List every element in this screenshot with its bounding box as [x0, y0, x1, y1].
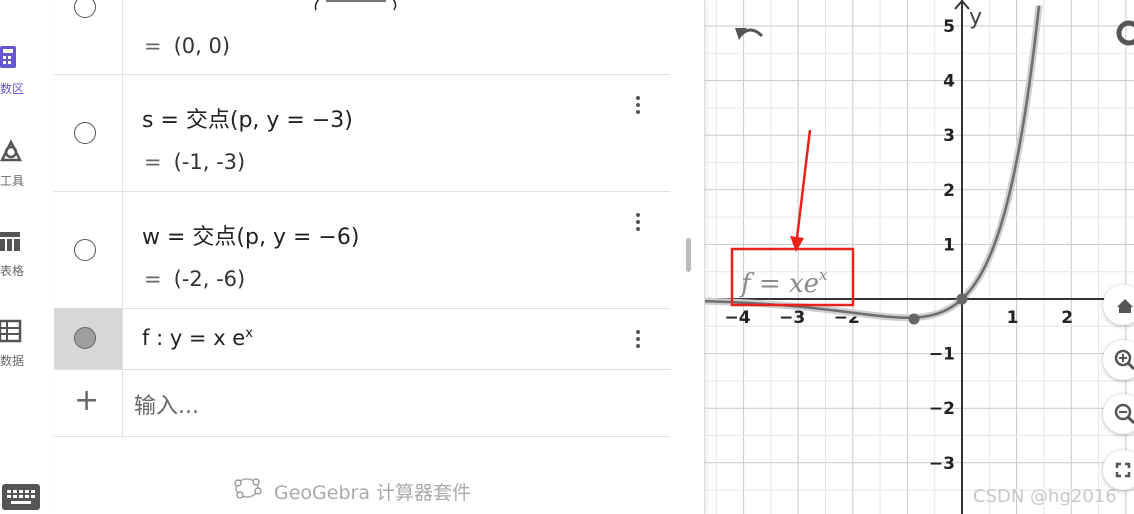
y-tick-label: −3	[929, 454, 955, 474]
graphics-view[interactable]: −5−4−3−21254321−1−2−3 f = xex y CSDN @hg…	[705, 0, 1134, 514]
sidebar-item-data[interactable]: 数据	[0, 318, 54, 374]
algebra-panel: = (0, 0) s = 交点(p, y = −3) = (-1, -3) w = …	[54, 0, 705, 514]
sidebar-item-label: 工具	[0, 174, 25, 188]
sidebar-item-label: 表格	[0, 264, 25, 278]
row-marker	[54, 308, 123, 369]
undo-icon[interactable]	[735, 28, 764, 40]
sidebar-item-tools[interactable]: 工具	[0, 136, 54, 192]
keyboard-icon[interactable]	[2, 484, 40, 510]
visibility-toggle[interactable]	[74, 239, 96, 261]
algebra-input[interactable]: 输入...	[134, 388, 199, 420]
zoom-in-button[interactable]	[1103, 340, 1134, 380]
algebra-row[interactable]: s = 交点(p, y = −3) = (-1, -3)	[54, 74, 670, 192]
highlight-arrow	[795, 129, 812, 239]
watermark: CSDN @hg2016	[973, 486, 1117, 507]
y-axis-label: y	[969, 5, 982, 30]
more-options-icon[interactable]	[634, 96, 642, 117]
y-tick-label: 3	[943, 126, 955, 146]
y-tick-label: −2	[929, 399, 955, 419]
panel-resize-handle[interactable]	[686, 238, 691, 272]
geogebra-logo-icon	[234, 478, 262, 499]
y-tick-label: 1	[943, 235, 955, 255]
algebra-row[interactable]: = (0, 0)	[54, 0, 670, 75]
algebra-row[interactable]: w = 交点(p, y = −6) = (-2, -6)	[54, 191, 670, 309]
more-options-icon[interactable]	[634, 330, 642, 351]
zoom-out-button[interactable]	[1103, 394, 1134, 434]
visibility-toggle[interactable]	[74, 122, 96, 144]
graph-canvas[interactable]: −5−4−3−21254321−1−2−3 f = xex y CSDN @hg…	[705, 0, 1134, 514]
x-tick-label: 1	[1007, 308, 1019, 328]
function-label[interactable]: f = xex	[739, 266, 828, 299]
visibility-toggle[interactable]	[74, 0, 96, 18]
point-origin[interactable]	[956, 293, 968, 305]
x-tick-label: −4	[725, 308, 751, 328]
more-options-icon[interactable]	[634, 213, 642, 234]
x-tick-label: −3	[779, 308, 805, 328]
y-tick-label: 2	[943, 181, 955, 201]
left-rail: 数区 工具 表格 数据	[0, 0, 54, 514]
row-definition[interactable]: s = 交点(p, y = −3)	[142, 102, 353, 134]
row-value: = (0, 0)	[144, 34, 231, 58]
row-value: = (-1, -3)	[144, 150, 246, 174]
row-marker	[54, 0, 123, 74]
partial-formula	[314, 0, 397, 11]
sidebar-item-algebra[interactable]: 数区	[0, 44, 54, 100]
sidebar-item-label: 数据	[0, 354, 25, 368]
y-tick-label: 5	[943, 17, 955, 37]
fullscreen-button[interactable]	[1103, 450, 1134, 490]
sidebar-item-table[interactable]: 表格	[0, 228, 54, 284]
sidebar-item-label: 数区	[0, 82, 25, 96]
row-marker	[54, 191, 123, 308]
row-definition[interactable]: w = 交点(p, y = −6)	[142, 219, 359, 251]
y-tick-label: 4	[943, 72, 955, 92]
point-minimum[interactable]	[908, 313, 920, 325]
data-grid-icon	[0, 319, 22, 343]
table-icon	[0, 232, 20, 251]
x-tick-label: 2	[1061, 308, 1073, 328]
home-button[interactable]	[1103, 285, 1134, 325]
y-tick-label: −1	[929, 345, 955, 365]
add-icon[interactable]: +	[74, 386, 99, 416]
brand-footer: GeoGebra 计算器套件	[274, 482, 472, 504]
row-value: = (-2, -6)	[144, 267, 246, 291]
visibility-toggle[interactable]	[74, 327, 96, 349]
row-definition[interactable]: f : y = x ex	[142, 326, 253, 350]
row-marker	[54, 74, 123, 191]
algebra-row[interactable]: f : y = x ex	[54, 308, 670, 370]
tools-icon	[0, 139, 22, 162]
calculator-icon	[0, 46, 16, 68]
